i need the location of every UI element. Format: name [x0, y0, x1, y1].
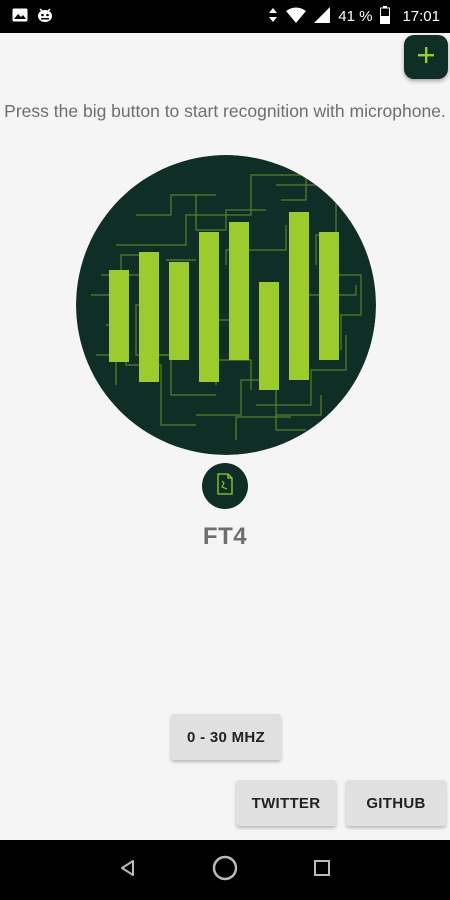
add-button[interactable]	[404, 35, 448, 79]
clock: 17:01	[402, 8, 440, 25]
home-circle-icon	[211, 854, 239, 887]
mode-label: FT4	[202, 523, 248, 550]
signal-icon	[314, 6, 331, 27]
document-icon	[216, 472, 234, 500]
waveform-graphic	[76, 155, 376, 455]
data-arrows-icon	[268, 7, 278, 27]
status-right: 41 % 17:01	[268, 5, 440, 28]
battery-icon	[380, 5, 391, 28]
nav-back-button[interactable]	[108, 850, 148, 890]
instruction-text: Press the big button to start recognitio…	[4, 101, 446, 121]
start-recognition-button[interactable]	[76, 155, 376, 455]
status-left	[12, 7, 54, 27]
recents-square-icon	[313, 859, 331, 882]
twitter-button[interactable]: TWITTER	[236, 780, 336, 826]
android-debug-icon	[36, 7, 54, 27]
navigation-bar	[0, 840, 450, 900]
github-button[interactable]: GITHUB	[346, 780, 446, 826]
wifi-icon	[286, 7, 307, 27]
frequency-range-button[interactable]: 0 - 30 MHZ	[171, 714, 281, 760]
nav-home-button[interactable]	[205, 850, 245, 890]
nav-recents-button[interactable]	[302, 850, 342, 890]
battery-percent: 41 %	[338, 8, 373, 25]
status-bar: 41 % 17:01	[0, 0, 450, 33]
gallery-notification-icon	[12, 8, 28, 26]
back-triangle-icon	[118, 858, 138, 883]
plus-icon	[416, 45, 436, 70]
mode-selector-button[interactable]	[202, 463, 248, 509]
